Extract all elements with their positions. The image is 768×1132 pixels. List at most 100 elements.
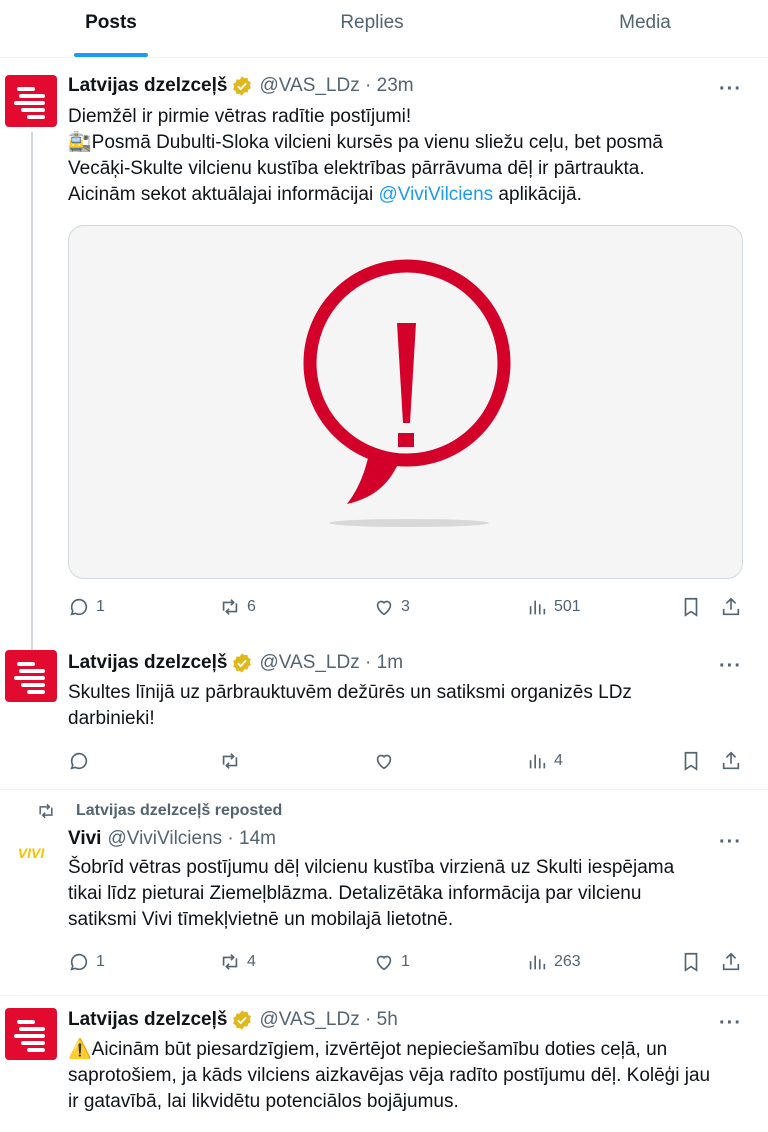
repost-icon	[222, 753, 238, 769]
share-button[interactable]	[720, 951, 742, 973]
views-button[interactable]: 4	[526, 750, 563, 772]
alert-speech-bubble-icon	[303, 259, 511, 527]
ldz-logo-icon	[14, 87, 45, 119]
views-icon	[529, 754, 546, 769]
post-line: tikai līdz pieturai Ziemeļblāzma. Detali…	[68, 883, 642, 904]
post-line: ⚠️Aicinām būt piesardzīgiem, izvērtējot …	[68, 1039, 668, 1060]
author-name[interactable]: Latvijas dzelzceļš	[68, 1009, 227, 1031]
post-4[interactable]: Latvijas dzelzceļš @VAS_LDz · 5h ··· ⚠️A…	[0, 996, 768, 1132]
post-2[interactable]: Latvijas dzelzceļš @VAS_LDz · 1m ··· Sku…	[0, 640, 768, 788]
post-1[interactable]: Latvijas dzelzceļš @VAS_LDz · 23m ··· Di…	[0, 58, 768, 660]
views-icon	[529, 600, 546, 615]
author-handle[interactable]: @VAS_LDz	[259, 75, 359, 97]
more-icon[interactable]: ···	[719, 78, 742, 101]
like-button[interactable]: 3	[373, 596, 410, 618]
ldz-avatar[interactable]	[5, 1008, 57, 1060]
post-text: ⚠️Aicinām būt piesardzīgiem, izvērtējot …	[68, 1037, 753, 1115]
reply-icon	[70, 598, 88, 616]
repost-button[interactable]: 6	[219, 596, 256, 618]
post-actions: 1 4 1 263	[68, 951, 758, 975]
tab-media[interactable]: Media	[522, 0, 768, 57]
like-button[interactable]	[373, 750, 395, 772]
reply-button[interactable]: 1	[68, 596, 105, 618]
bookmark-button[interactable]	[680, 951, 702, 973]
reply-icon	[70, 752, 88, 770]
post-line: Aicinām sekot aktuālajai informācijai @V…	[68, 182, 753, 208]
author-name[interactable]: Latvijas dzelzceļš	[68, 652, 227, 674]
bookmark-icon	[684, 751, 698, 771]
ldz-avatar[interactable]	[5, 650, 57, 702]
ldz-logo-icon	[14, 1020, 45, 1052]
verified-badge-icon[interactable]	[231, 652, 253, 674]
author-name[interactable]: Latvijas dzelzceļš	[68, 75, 227, 97]
tab-posts-label: Posts	[85, 12, 137, 33]
share-icon	[722, 952, 740, 971]
post-time[interactable]: 1m	[377, 652, 403, 674]
author-name[interactable]: Vivi	[68, 828, 101, 850]
bookmark-button[interactable]	[680, 596, 702, 618]
views-count: 263	[554, 953, 581, 970]
more-icon[interactable]: ···	[719, 1012, 742, 1035]
post-line: satiksmi Vivi tīmekļvietnē un mobilajā l…	[68, 909, 454, 930]
vivi-logo-icon: VIVI	[18, 845, 46, 861]
vivi-avatar[interactable]: VIVI	[5, 828, 57, 880]
bookmark-icon	[684, 952, 698, 972]
thread-line	[31, 132, 33, 660]
repost-button[interactable]	[219, 750, 241, 772]
post-time[interactable]: 14m	[239, 828, 276, 850]
tab-posts[interactable]: Posts	[0, 0, 222, 57]
profile-tabs: Posts Replies Media	[0, 0, 768, 58]
post-media-image[interactable]	[68, 225, 743, 579]
active-tab-indicator	[74, 53, 148, 57]
repost-button[interactable]: 4	[219, 951, 256, 973]
header-separator: ·	[359, 652, 377, 673]
post-line-text: Aicinām sekot aktuālajai informācijai	[68, 184, 379, 205]
post-actions: 1 6 3 501	[68, 596, 758, 620]
views-count: 501	[554, 598, 581, 615]
repost-icon	[222, 599, 238, 615]
views-button[interactable]: 501	[526, 596, 581, 618]
author-handle[interactable]: @ViviVilciens	[107, 828, 222, 850]
post-line: saprotošiem, ja kāds vilciens aizkavējas…	[68, 1065, 711, 1086]
more-icon[interactable]: ···	[719, 831, 742, 854]
post-actions: 4	[68, 750, 758, 774]
post-line: Diemžēl ir pirmie vētras radītie postīju…	[68, 106, 412, 127]
header-separator: ·	[359, 1009, 377, 1030]
mention-link[interactable]: @ViviVilciens	[378, 184, 493, 205]
verified-badge-icon[interactable]	[231, 1009, 253, 1031]
post-line: 🚉Posmā Dubulti-Sloka vilcieni kursēs pa …	[68, 132, 663, 153]
like-icon	[376, 600, 392, 616]
post-line: Skultes līnijā uz pārbrauktuvēm dežūrēs …	[68, 682, 632, 703]
verified-badge-icon[interactable]	[231, 75, 253, 97]
ldz-logo-icon	[14, 662, 45, 694]
more-icon[interactable]: ···	[719, 655, 742, 678]
like-button[interactable]: 1	[373, 951, 410, 973]
post-time[interactable]: 23m	[377, 75, 414, 97]
bookmark-button[interactable]	[680, 750, 702, 772]
reply-button[interactable]	[68, 750, 90, 772]
post-line: ir gatavībā, lai likvidētu potenciālos b…	[68, 1091, 459, 1112]
post-line: darbinieki!	[68, 708, 155, 729]
views-button[interactable]: 263	[526, 951, 581, 973]
post-header: Latvijas dzelzceļš @VAS_LDz · 5h	[68, 1009, 398, 1031]
bookmark-icon	[684, 597, 698, 617]
share-button[interactable]	[720, 750, 742, 772]
repost-context: Latvijas dzelzceļš reposted	[36, 801, 282, 821]
author-handle[interactable]: @VAS_LDz	[259, 652, 359, 674]
header-separator: ·	[359, 75, 377, 96]
repost-count: 4	[247, 953, 256, 970]
post-3-repost[interactable]: Latvijas dzelzceļš reposted VIVI Vivi @V…	[0, 790, 768, 996]
like-count: 3	[401, 598, 410, 615]
share-button[interactable]	[720, 596, 742, 618]
like-count: 1	[401, 953, 410, 970]
post-text: Diemžēl ir pirmie vētras radītie postīju…	[68, 104, 753, 208]
repost-label[interactable]: Latvijas dzelzceļš reposted	[76, 802, 282, 820]
like-icon	[376, 955, 392, 971]
post-header: Latvijas dzelzceļš @VAS_LDz · 23m	[68, 75, 414, 97]
ldz-avatar[interactable]	[5, 75, 57, 127]
post-time[interactable]: 5h	[377, 1009, 398, 1031]
reply-button[interactable]: 1	[68, 951, 105, 973]
vivi-logo-text: VIVI	[18, 845, 46, 861]
author-handle[interactable]: @VAS_LDz	[259, 1009, 359, 1031]
tab-replies[interactable]: Replies	[222, 0, 522, 57]
